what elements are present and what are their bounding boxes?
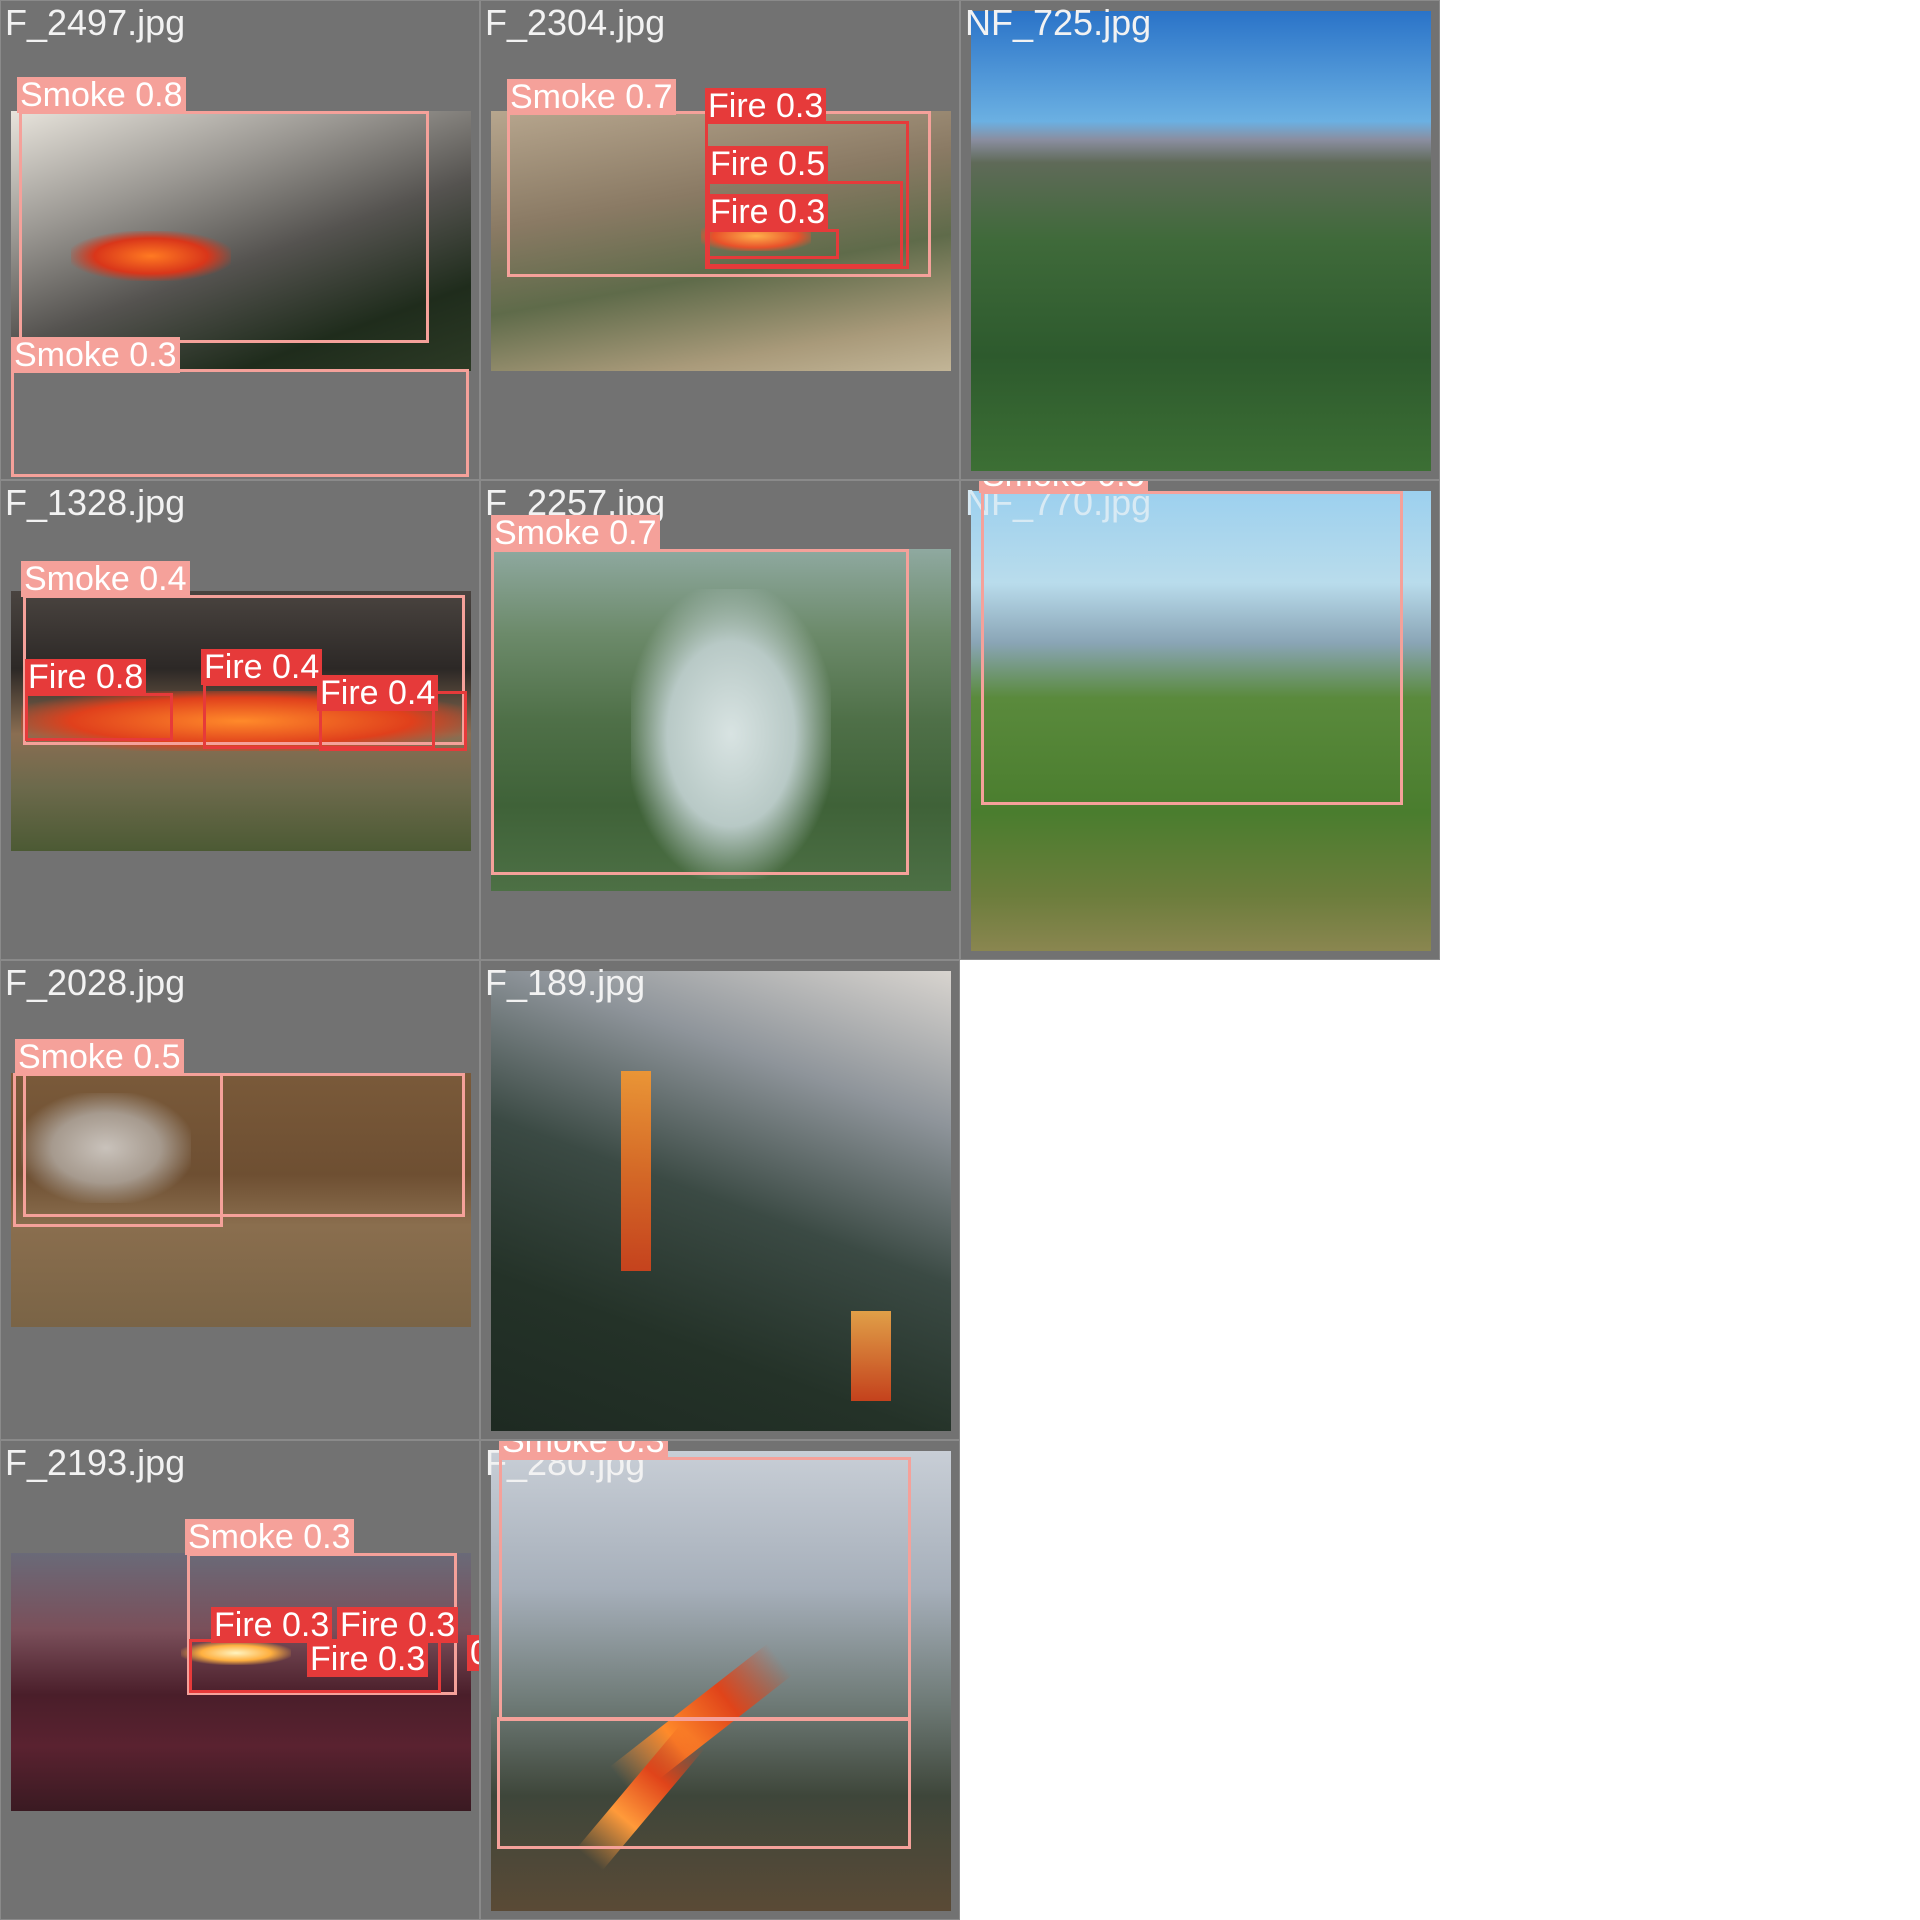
detection-label: Smoke 0.3 [185,1519,354,1555]
smoke-bounding-box [499,1457,911,1721]
detection-label: Fire 0.3 [337,1607,459,1643]
detection-label: Fire 0.3 [307,1641,429,1677]
mosaic-tile: F_2257.jpg Smoke 0.7 [480,480,960,960]
smoke-bounding-box [19,111,429,343]
detection-label: Smoke 0.7 [507,79,676,115]
detection-label: Smoke 0.7 [491,515,660,551]
detection-label: Fire 0.8 [25,659,147,695]
detection-label: Fire 0.3 [211,1607,333,1643]
mosaic-tile: F_2497.jpg Smoke 0.8 Smoke 0.3 [0,0,480,480]
smoke-bounding-box [491,549,909,875]
detection-label: Fire 0.5 [707,146,829,182]
detection-label: Smoke 0.3 [979,481,1148,493]
image-filename: F_189.jpg [485,962,646,1003]
detection-label: Fire 0.4 [317,675,439,711]
image-filename: NF_725.jpg [965,2,1152,43]
smoke-bounding-box [497,1717,911,1849]
smoke-bounding-box [13,1073,223,1227]
image-filename: F_2028.jpg [5,962,186,1003]
mosaic-tile: F_1328.jpg Smoke 0.4 Fire 0.8 Fire 0.4 F… [0,480,480,960]
detection-label: Fire 0.3 [705,88,827,124]
detection-label: Smoke 0.5 [15,1039,184,1075]
fire-bounding-box [25,693,173,741]
forest-fire-photo [491,971,951,1431]
mosaic-tile: F_2028.jpg Smoke 0.5 [0,960,480,1440]
image-filename: F_1328.jpg [5,482,186,523]
detection-label: Smoke 0.3 [499,1441,668,1459]
detection-label: Fire 0.3 [707,194,829,230]
mosaic-tile: F_2193.jpg Smoke 0.3 Fire 0.3 Fire 0.3 F… [0,1440,480,1920]
detection-label: Smoke 0.4 [21,561,190,597]
detection-label: Fire 0.4 [201,649,323,685]
mosaic-tile: NF_725.jpg [960,0,1440,480]
smoke-bounding-box [981,491,1403,805]
detection-label: Smoke 0.8 [17,77,186,113]
landscape-photo [971,11,1431,471]
mosaic-tile: F_280.jpg Smoke 0.3 [480,1440,960,1920]
mosaic-tile: F_189.jpg [480,960,960,1440]
image-filename: F_2304.jpg [485,2,666,43]
mosaic-tile: NF_770.jpg Smoke 0.3 [960,480,1440,960]
image-filename: F_2193.jpg [5,1442,186,1483]
detection-label: 0.5 [467,1635,479,1671]
image-filename: F_2497.jpg [5,2,186,43]
mosaic-tile: F_2304.jpg Smoke 0.7 Fire 0.3 Fire 0.5 F… [480,0,960,480]
detection-label: Smoke 0.3 [11,337,180,373]
smoke-bounding-box [11,369,469,477]
fire-bounding-box [707,229,839,259]
